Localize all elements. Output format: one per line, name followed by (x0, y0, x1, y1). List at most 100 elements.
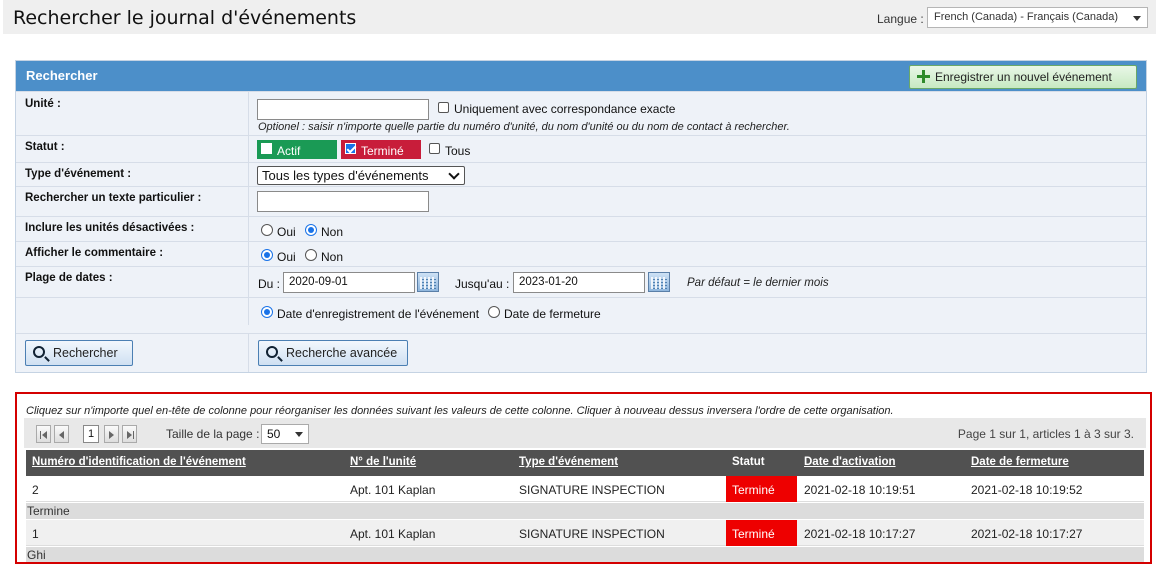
last-page-bar (133, 431, 134, 439)
text-search-value-cell (248, 187, 429, 216)
status-badge: Terminé (726, 476, 797, 502)
unit-label: Unité : (25, 98, 61, 110)
advanced-search-button[interactable]: Recherche avancée (258, 340, 408, 366)
include-disabled-yes-label: Oui (277, 225, 296, 239)
date-basis-row: Date d'enregistrement de l'événement Dat… (16, 297, 1146, 325)
status-done-option[interactable]: Terminé (341, 140, 421, 159)
status-badge: Terminé (726, 520, 797, 546)
date-basis-close-label: Date de fermeture (504, 307, 601, 321)
date-range-value-cell: Du : 2020-09-01 Jusqu'au : 2023-01-20 Pa… (248, 267, 829, 297)
include-disabled-yes-radio[interactable] (261, 224, 273, 236)
cell-type: SIGNATURE INSPECTION (519, 527, 665, 541)
date-from-input[interactable]: 2020-09-01 (283, 272, 415, 293)
new-event-button-label: Enregistrer un nouvel événement (935, 70, 1112, 84)
date-to-input[interactable]: 2023-01-20 (513, 272, 645, 293)
date-basis-record-label: Date d'enregistrement de l'événement (277, 307, 480, 321)
search-buttons-divider (248, 334, 249, 372)
event-type-select[interactable]: Tous les types d'événements (257, 166, 465, 185)
caret-down-icon (295, 432, 303, 437)
column-header-closed[interactable]: Date de fermeture (971, 456, 1069, 468)
search-button[interactable]: Rechercher (25, 340, 133, 366)
include-disabled-value-cell: Oui Non (248, 217, 343, 241)
date-from-label: Du : (258, 277, 281, 291)
text-search-input[interactable] (257, 191, 429, 212)
plus-icon (917, 70, 930, 83)
search-panel: Rechercher Enregistrer un nouvel événeme… (15, 60, 1147, 373)
comment-row: Ghi (26, 547, 1144, 562)
table-row[interactable]: 1 Apt. 101 Kaplan SIGNATURE INSPECTION T… (26, 520, 1144, 546)
show-comment-yes-label: Oui (277, 250, 296, 264)
exact-match-label: Uniquement avec correspondance exacte (454, 102, 676, 116)
unit-value-cell: Uniquement avec correspondance exacte Op… (248, 92, 790, 135)
first-page-bar (40, 431, 41, 439)
search-button-label: Rechercher (53, 346, 118, 360)
column-header-type[interactable]: Type d'événement (519, 456, 618, 468)
last-page-button[interactable] (122, 425, 137, 443)
date-range-label: Plage de dates : (25, 272, 113, 284)
event-type-label: Type d'événement : (25, 168, 132, 180)
page-header: Rechercher le journal d'événements Langu… (3, 0, 1156, 34)
date-range-row: Plage de dates : Du : 2020-09-01 Jusqu'a… (16, 266, 1146, 297)
show-comment-no-radio[interactable] (305, 249, 317, 261)
search-icon (33, 346, 45, 358)
results-panel: Cliquez sur n'importe quel en-tête de co… (15, 392, 1152, 564)
search-buttons-row: Rechercher Recherche avancée (16, 333, 1146, 372)
date-basis-record-radio[interactable] (261, 306, 273, 318)
status-label: Statut : (25, 141, 65, 153)
cell-id: 2 (32, 483, 39, 497)
status-done-label: Terminé (361, 144, 404, 158)
cell-closed: 2021-02-18 10:19:52 (971, 483, 1083, 497)
search-panel-header: Rechercher Enregistrer un nouvel événeme… (16, 61, 1146, 91)
show-comment-label: Afficher le commentaire : (25, 247, 164, 259)
cell-activated: 2021-02-18 10:19:51 (804, 483, 916, 497)
calendar-icon[interactable] (648, 272, 670, 292)
status-all-label: Tous (445, 144, 471, 158)
column-header-status[interactable]: Statut (732, 456, 765, 468)
page-size-value: 50 (267, 427, 281, 441)
first-page-icon (42, 431, 47, 439)
table-row[interactable]: 2 Apt. 101 Kaplan SIGNATURE INSPECTION T… (26, 476, 1144, 502)
page-size-label: Taille de la page : (166, 427, 260, 441)
language-select-value: French (Canada) - Français (Canada) (934, 11, 1119, 23)
date-basis-value-cell: Date d'enregistrement de l'événement Dat… (248, 298, 601, 325)
current-page-input[interactable]: 1 (83, 425, 99, 443)
status-active-option[interactable]: Actif (257, 140, 337, 159)
results-table-header: Numéro d'identification de l'événement N… (26, 450, 1144, 476)
status-done-checkbox[interactable] (345, 143, 356, 154)
new-event-button[interactable]: Enregistrer un nouvel événement (909, 65, 1137, 89)
calendar-icon[interactable] (417, 272, 439, 292)
search-panel-title: Rechercher (26, 68, 98, 83)
results-hint: Cliquez sur n'importe quel en-tête de co… (26, 405, 894, 417)
status-all-checkbox[interactable] (429, 143, 440, 154)
column-header-unit[interactable]: N° de l'unité (350, 456, 416, 468)
text-search-label: Rechercher un texte particulier : (25, 192, 202, 204)
status-row: Statut : Actif Terminé Tous (16, 135, 1146, 162)
exact-match-checkbox[interactable] (438, 102, 449, 113)
date-basis-close-radio[interactable] (488, 306, 500, 318)
cell-closed: 2021-02-18 10:17:27 (971, 527, 1083, 541)
language-label: Langue : (877, 12, 924, 26)
language-select[interactable]: French (Canada) - Français (Canada) (927, 7, 1148, 28)
page-size-select[interactable]: 50 (261, 424, 309, 444)
unit-row: Unité : Uniquement avec correspondance e… (16, 91, 1146, 135)
date-to-label: Jusqu'au : (455, 277, 510, 291)
include-disabled-no-label: Non (321, 225, 344, 239)
column-header-activated[interactable]: Date d'activation (804, 456, 896, 468)
column-header-id[interactable]: Numéro d'identification de l'événement (32, 456, 246, 468)
cell-id: 1 (32, 527, 39, 541)
cell-type: SIGNATURE INSPECTION (519, 483, 665, 497)
status-active-checkbox[interactable] (261, 143, 272, 154)
show-comment-yes-radio[interactable] (261, 249, 273, 261)
first-page-button[interactable] (36, 425, 51, 443)
include-disabled-no-radio[interactable] (305, 224, 317, 236)
date-default-hint: Par défaut = le dernier mois (687, 277, 829, 289)
prev-page-icon (59, 431, 64, 439)
chevron-down-icon (448, 168, 460, 180)
next-page-button[interactable] (104, 425, 119, 443)
show-comment-value-cell: Oui Non (248, 242, 343, 266)
advanced-search-button-label: Recherche avancée (286, 346, 398, 360)
include-disabled-label: Inclure les unités désactivées : (25, 222, 195, 234)
unit-input[interactable] (257, 99, 429, 120)
event-type-row: Type d'événement : Tous les types d'évén… (16, 162, 1146, 186)
prev-page-button[interactable] (54, 425, 69, 443)
